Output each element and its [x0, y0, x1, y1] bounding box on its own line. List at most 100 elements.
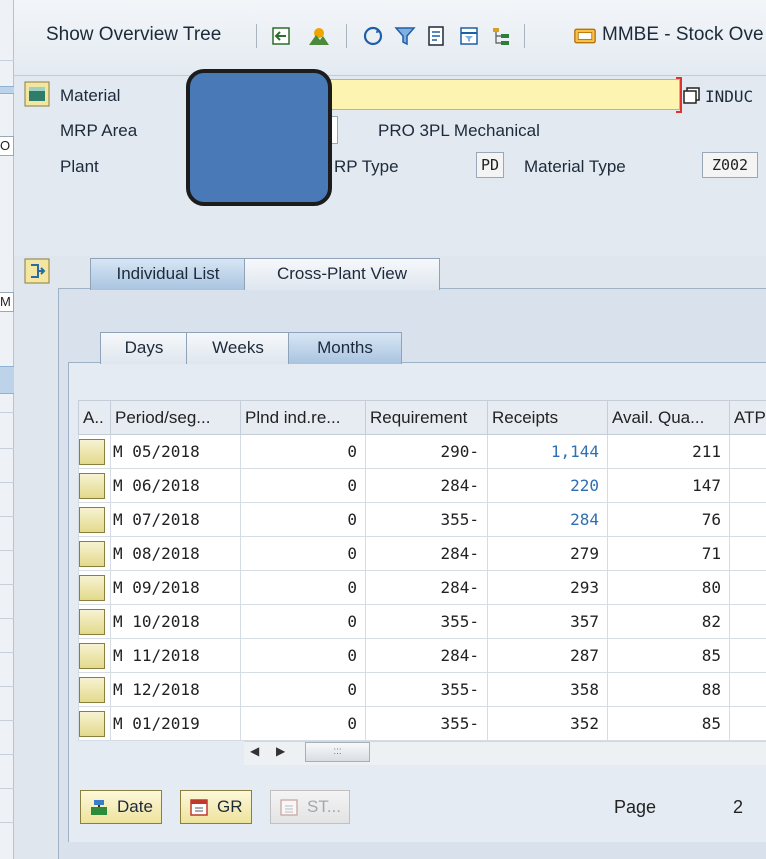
- tab-cross-plant-view[interactable]: Cross-Plant View: [244, 258, 440, 290]
- period-table: A.. Period/seg... Plnd ind.re... Require…: [78, 400, 766, 741]
- detail-button-cell[interactable]: [78, 604, 111, 639]
- copy-icon[interactable]: [682, 86, 702, 106]
- detail-button-cell[interactable]: [78, 502, 111, 537]
- plant-label: Plant: [60, 157, 99, 176]
- requirement-cell: 284-: [365, 570, 488, 605]
- page-label: Page: [614, 797, 657, 817]
- column-header-a[interactable]: A..: [78, 400, 111, 435]
- available-qty-cell: 211: [607, 434, 730, 469]
- material-type-label: Material Type: [524, 157, 626, 176]
- available-qty-cell: 85: [607, 706, 730, 741]
- detail-button-cell[interactable]: [78, 570, 111, 605]
- left-pane-selected-row[interactable]: [0, 366, 14, 394]
- filter-icon[interactable]: [394, 25, 416, 47]
- requirement-cell: 284-: [365, 638, 488, 673]
- column-header-requirement[interactable]: Requirement: [365, 400, 488, 435]
- left-pane-field-1[interactable]: O: [0, 136, 14, 156]
- receipts-cell: 287: [487, 638, 608, 673]
- material-toggle-icon[interactable]: [24, 81, 50, 107]
- table-row[interactable]: M 11/2018 0 284- 287 85: [78, 638, 766, 673]
- material-input[interactable]: [330, 79, 680, 110]
- show-overview-tree-button[interactable]: Show Overview Tree: [46, 24, 221, 46]
- page-number: 2: [733, 797, 744, 817]
- atp-cell: [729, 434, 766, 469]
- material-type-field[interactable]: Z002: [702, 152, 758, 178]
- mmbe-stock-overview-button[interactable]: MMBE - Stock Ove: [602, 24, 764, 46]
- calendar-filter-icon[interactable]: [458, 25, 480, 47]
- detail-magnifier-icon[interactable]: [79, 574, 105, 601]
- back-arrow-icon[interactable]: [270, 25, 292, 47]
- column-header-planned-ind-req[interactable]: Plnd ind.re...: [240, 400, 366, 435]
- detail-button-cell[interactable]: [78, 638, 111, 673]
- left-pane-selected-row[interactable]: [0, 86, 14, 94]
- table-row[interactable]: M 06/2018 0 284- 220 147: [78, 468, 766, 503]
- period-cell: M 10/2018: [110, 604, 241, 639]
- detail-magnifier-icon[interactable]: [79, 608, 105, 635]
- column-header-atp[interactable]: ATP: [729, 400, 766, 435]
- receipts-cell[interactable]: 1,144: [487, 434, 608, 469]
- period-cell: M 09/2018: [110, 570, 241, 605]
- detail-button-cell[interactable]: [78, 672, 111, 707]
- available-qty-cell: 147: [607, 468, 730, 503]
- requirement-cell: 355-: [365, 604, 488, 639]
- detail-button-cell[interactable]: [78, 434, 111, 469]
- mmbe-transaction-icon[interactable]: [574, 25, 596, 47]
- table-row[interactable]: M 07/2018 0 355- 284 76: [78, 502, 766, 537]
- left-pane-field-2[interactable]: M: [0, 292, 14, 312]
- detail-magnifier-icon[interactable]: [79, 540, 105, 567]
- st-button[interactable]: ST...: [270, 790, 351, 824]
- calendar-icon: [190, 799, 208, 816]
- refresh-icon[interactable]: [362, 25, 384, 47]
- table-row[interactable]: M 01/2019 0 355- 352 85: [78, 706, 766, 741]
- date-button[interactable]: Date: [80, 790, 162, 824]
- detail-magnifier-icon[interactable]: [79, 438, 105, 465]
- available-qty-cell: 76: [607, 502, 730, 537]
- planned-ind-req-cell: 0: [240, 604, 366, 639]
- scroll-thumb[interactable]: :::: [305, 742, 370, 762]
- detail-magnifier-icon[interactable]: [79, 710, 105, 737]
- period-cell: M 01/2019: [110, 706, 241, 741]
- detail-magnifier-icon[interactable]: [79, 642, 105, 669]
- detail-magnifier-icon[interactable]: [79, 676, 105, 703]
- period-cell: M 08/2018: [110, 536, 241, 571]
- requirement-cell: 355-: [365, 706, 488, 741]
- table-row[interactable]: M 12/2018 0 355- 358 88: [78, 672, 766, 707]
- scroll-left-icon[interactable]: ◀: [250, 744, 262, 760]
- column-header-available-qty[interactable]: Avail. Qua...: [607, 400, 730, 435]
- table-row[interactable]: M 09/2018 0 284- 293 80: [78, 570, 766, 605]
- table-row[interactable]: M 08/2018 0 284- 279 71: [78, 536, 766, 571]
- mountain-icon[interactable]: [308, 25, 330, 47]
- available-qty-cell: 82: [607, 604, 730, 639]
- left-pane: O M: [0, 0, 14, 859]
- hierarchy-icon[interactable]: [490, 25, 512, 47]
- table-header-row: A.. Period/seg... Plnd ind.re... Require…: [78, 400, 766, 435]
- expand-toggle-icon[interactable]: [24, 258, 50, 284]
- planned-ind-req-cell: 0: [240, 434, 366, 469]
- document-icon[interactable]: [426, 25, 448, 47]
- mrp-type-label: RP Type: [334, 157, 399, 176]
- detail-magnifier-icon[interactable]: [79, 506, 105, 533]
- mrp-area-label: MRP Area: [60, 121, 138, 140]
- detail-button-cell[interactable]: [78, 706, 111, 741]
- atp-cell: [729, 604, 766, 639]
- tab-weeks[interactable]: Weeks: [186, 332, 290, 364]
- column-header-period[interactable]: Period/seg...: [110, 400, 241, 435]
- period-cell: M 06/2018: [110, 468, 241, 503]
- scroll-right-icon[interactable]: ▶: [276, 744, 288, 760]
- tab-months[interactable]: Months: [288, 332, 402, 364]
- requirement-cell: 355-: [365, 502, 488, 537]
- gr-button[interactable]: GR: [180, 790, 252, 824]
- tab-days[interactable]: Days: [100, 332, 188, 364]
- table-row[interactable]: M 10/2018 0 355- 357 82: [78, 604, 766, 639]
- atp-cell: [729, 536, 766, 571]
- receipts-cell[interactable]: 220: [487, 468, 608, 503]
- planned-ind-req-cell: 0: [240, 468, 366, 503]
- detail-button-cell[interactable]: [78, 536, 111, 571]
- tab-individual-list[interactable]: Individual List: [90, 258, 246, 290]
- detail-button-cell[interactable]: [78, 468, 111, 503]
- column-header-receipts[interactable]: Receipts: [487, 400, 608, 435]
- receipts-cell[interactable]: 284: [487, 502, 608, 537]
- detail-magnifier-icon[interactable]: [79, 472, 105, 499]
- table-row[interactable]: M 05/2018 0 290- 1,144 211: [78, 434, 766, 469]
- mrp-type-field[interactable]: PD: [476, 152, 504, 178]
